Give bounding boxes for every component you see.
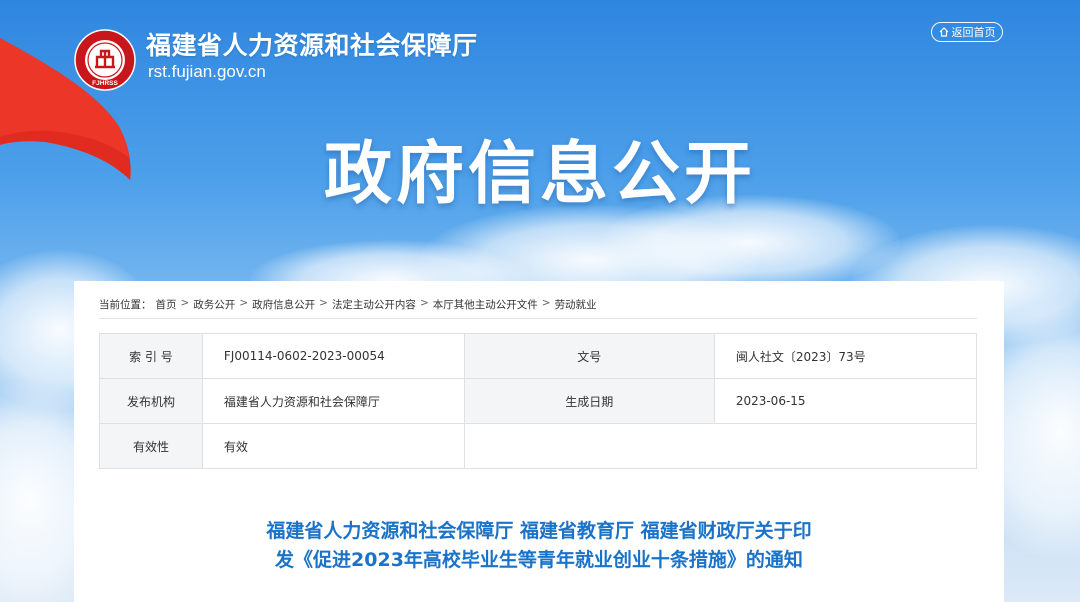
- breadcrumb-item-home[interactable]: 首页: [156, 297, 177, 312]
- breadcrumb: 当前位置： 首页 > 政务公开 > 政府信息公开 > 法定主动公开内容 > 本厅…: [99, 297, 597, 312]
- docno-label: 文号: [463, 333, 715, 379]
- home-button[interactable]: 返回首页: [931, 22, 1003, 42]
- document-title-line: 福建省人力资源和社会保障厅 福建省教育厅 福建省财政厅关于印: [266, 520, 812, 542]
- date-value: 2023-06-15: [713, 378, 978, 424]
- breadcrumb-separator: >: [239, 297, 249, 309]
- home-button-label: 返回首页: [951, 26, 996, 39]
- docno-value: 闽人社文〔2023〕73号: [713, 333, 978, 379]
- breadcrumb-item-affairs[interactable]: 政务公开: [193, 297, 235, 312]
- content-panel: 当前位置： 首页 > 政务公开 > 政府信息公开 > 法定主动公开内容 > 本厅…: [74, 281, 1004, 602]
- banner-title: 政府信息公开: [323, 135, 756, 214]
- breadcrumb-item-info-disclosure[interactable]: 政府信息公开: [252, 297, 315, 312]
- divider: [99, 318, 977, 319]
- site-url[interactable]: rst.fujian.gov.cn: [148, 62, 266, 82]
- breadcrumb-item-employment[interactable]: 劳动就业: [555, 297, 597, 312]
- validity-value: 有效: [201, 423, 465, 469]
- empty-cell: [464, 423, 715, 469]
- issuer-value: 福建省人力资源和社会保障厅: [201, 378, 465, 424]
- site-title: 福建省人力资源和社会保障厅: [146, 31, 478, 60]
- issuer-label: 发布机构: [99, 378, 203, 424]
- date-label: 生成日期: [463, 378, 715, 424]
- document-title: 福建省人力资源和社会保障厅 福建省教育厅 福建省财政厅关于印 发《促进2023年…: [74, 517, 1004, 575]
- breadcrumb-prefix: 当前位置：: [99, 299, 152, 311]
- page: FJHRSS 福建省人力资源和社会保障厅 rst.fujian.gov.cn 返…: [0, 0, 1080, 602]
- breadcrumb-item-other-files[interactable]: 本厅其他主动公开文件: [433, 297, 538, 312]
- validity-label: 有效性: [99, 423, 203, 469]
- breadcrumb-separator: >: [541, 297, 551, 309]
- index-value: FJ00114-0602-2023-00054: [201, 333, 465, 379]
- table-row: 索 引 号 FJ00114-0602-2023-00054 文号 闽人社文〔20…: [99, 333, 978, 379]
- document-meta-table: 索 引 号 FJ00114-0602-2023-00054 文号 闽人社文〔20…: [99, 333, 978, 469]
- breadcrumb-separator: >: [419, 297, 429, 309]
- index-label: 索 引 号: [99, 333, 203, 379]
- breadcrumb-separator: >: [319, 297, 328, 309]
- document-title-line: 发《促进2023年高校毕业生等青年就业创业十条措施》的通知: [275, 549, 803, 571]
- logo-letters: FJHRSS: [92, 80, 118, 87]
- home-icon: [939, 27, 948, 37]
- fjhrss-logo-icon: FJHRSS: [74, 29, 136, 91]
- empty-cell: [714, 423, 978, 469]
- table-row: 发布机构 福建省人力资源和社会保障厅 生成日期 2023-06-15: [99, 378, 978, 424]
- breadcrumb-item-statutory[interactable]: 法定主动公开内容: [332, 297, 416, 312]
- table-row: 有效性 有效: [99, 423, 978, 469]
- breadcrumb-separator: >: [180, 297, 190, 309]
